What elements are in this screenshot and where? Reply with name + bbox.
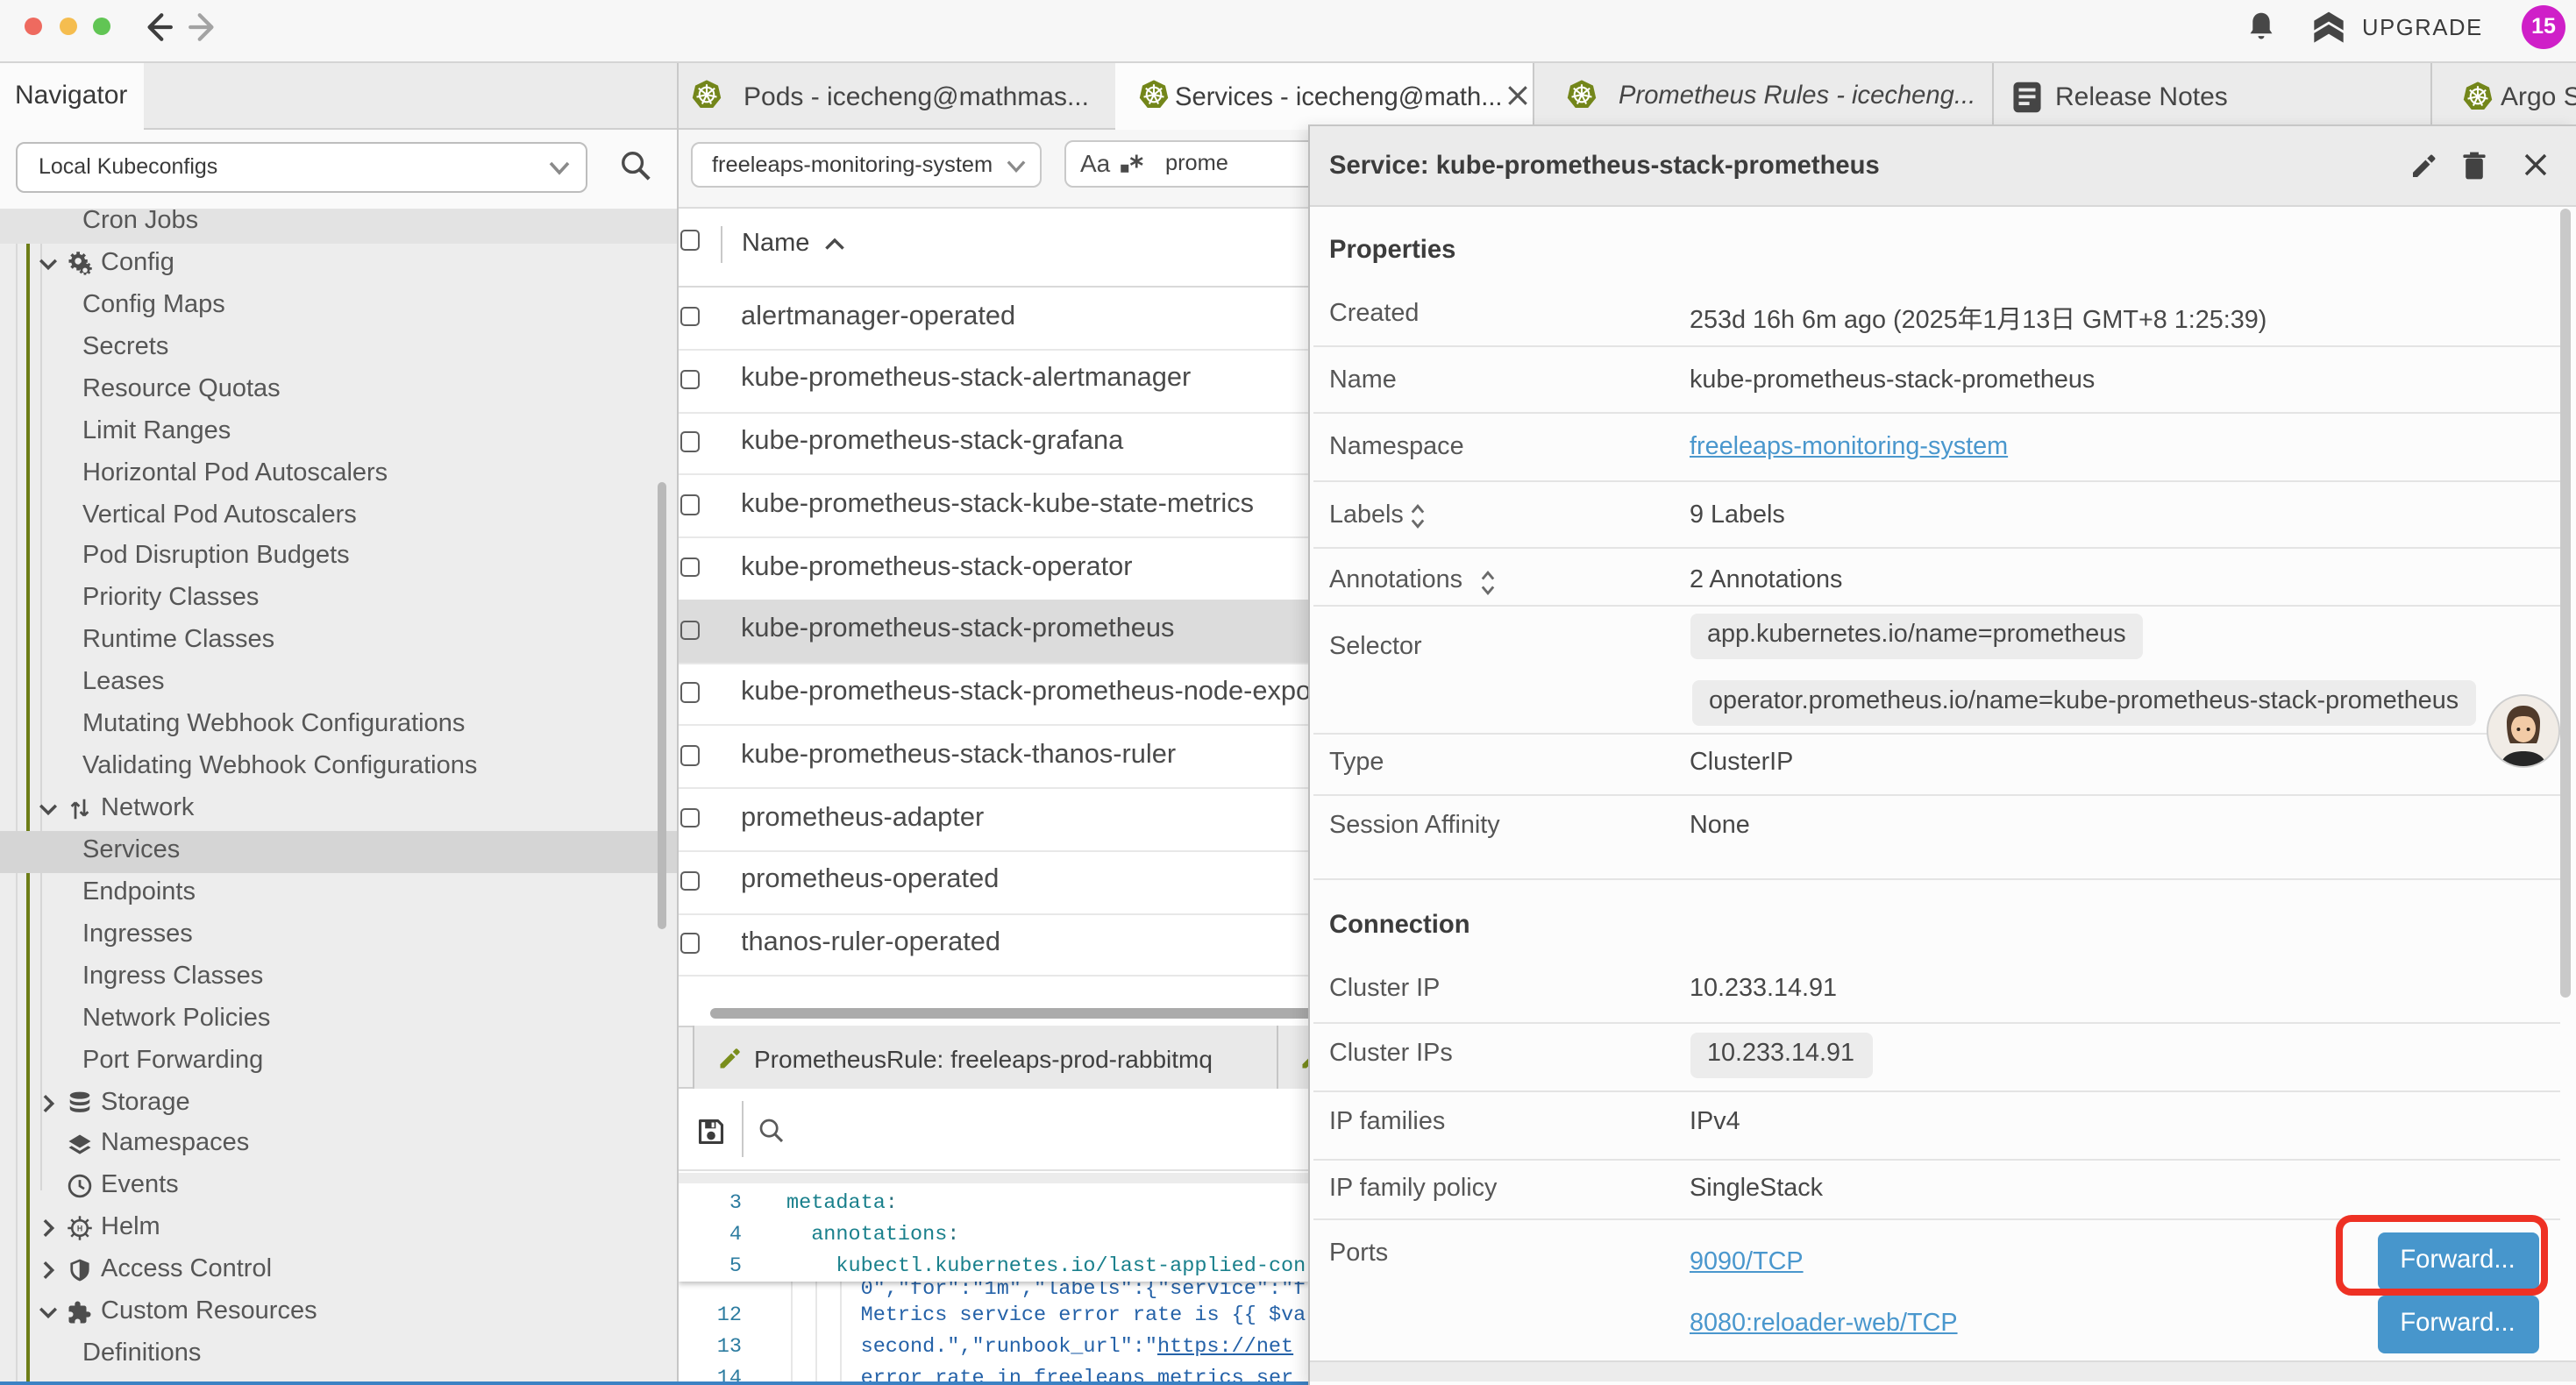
svg-text:H: H <box>76 1225 82 1233</box>
